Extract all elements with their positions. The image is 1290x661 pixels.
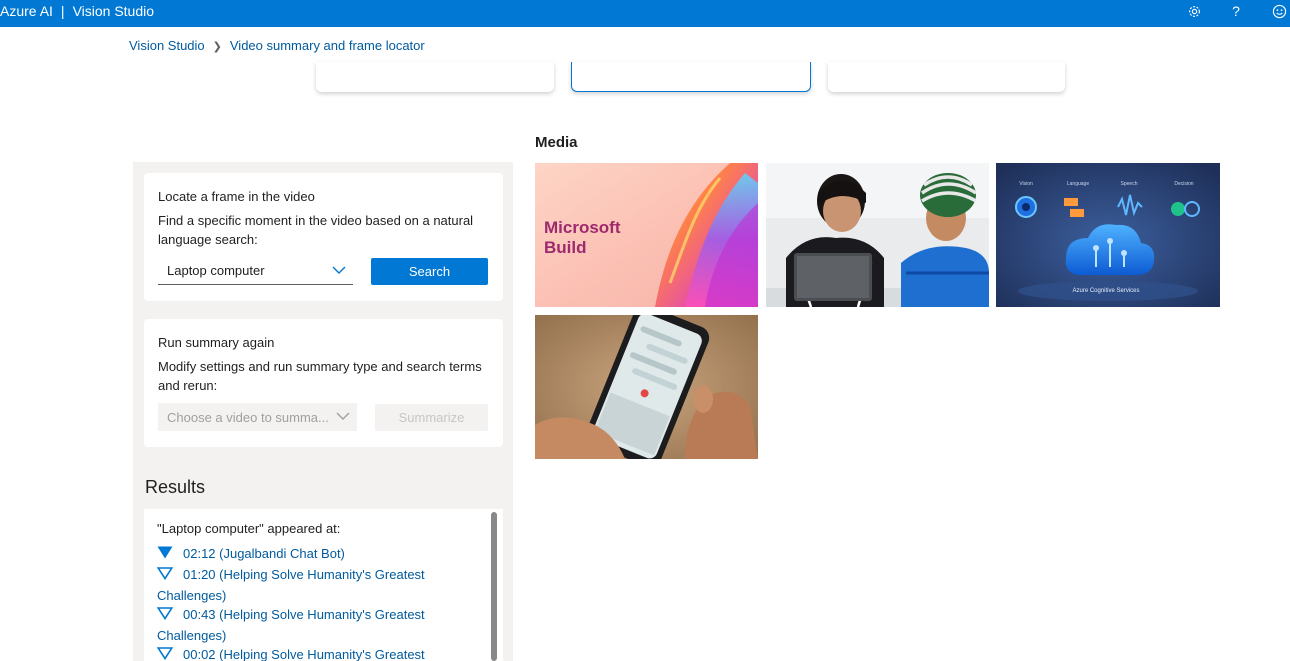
- microsoft-build-caption-1: Microsoft: [544, 218, 621, 237]
- azure-cognitive-services-caption: Azure Cognitive Services: [1072, 288, 1139, 294]
- breadcrumb-vision-studio-link[interactable]: Vision Studio: [129, 38, 205, 53]
- result-item[interactable]: 00:02 (Helping Solve Humanity's Greatest…: [157, 644, 447, 661]
- ac-label-vision: Vision: [1019, 181, 1033, 187]
- results-scrollbar[interactable]: [491, 512, 497, 661]
- result-item-link[interactable]: 02:12 (Jugalbandi Chat Bot): [183, 546, 345, 561]
- breadcrumb-current-link[interactable]: Video summary and frame locator: [230, 38, 425, 53]
- azure-cognitive-services-thumbnail[interactable]: Vision Language Speech Decision Azure Co…: [996, 163, 1220, 307]
- search-button[interactable]: Search: [371, 258, 488, 285]
- run-summary-description: Modify settings and run summary type and…: [158, 359, 482, 393]
- triangle-down-outline-icon: [157, 607, 173, 620]
- video-select-dropdown[interactable]: Choose a video to summa...: [158, 403, 357, 431]
- chevron-down-icon: [336, 412, 350, 420]
- triangle-down-outline-icon: [157, 647, 173, 660]
- ac-label-speech: Speech: [1121, 181, 1138, 187]
- students-laptop-photo: [766, 163, 989, 307]
- feedback-smiley-icon[interactable]: [1270, 2, 1288, 20]
- ac-label-decision: Decision: [1174, 181, 1193, 187]
- phone-chat-thumbnail[interactable]: [535, 315, 758, 459]
- results-intro: "Laptop computer" appeared at:: [157, 521, 341, 536]
- triangle-down-filled-icon: [157, 546, 173, 559]
- result-item-link[interactable]: 00:43 (Helping Solve Humanity's Greatest…: [157, 607, 425, 643]
- scenario-card-3[interactable]: [828, 62, 1065, 92]
- result-item[interactable]: 01:20 (Helping Solve Humanity's Greatest…: [157, 564, 447, 606]
- scenario-card-2-selected[interactable]: [571, 62, 811, 92]
- locate-frame-title: Locate a frame in the video: [158, 189, 315, 204]
- locate-frame-description: Find a specific moment in the video base…: [158, 213, 474, 247]
- brand-azure-ai: Azure AI: [0, 3, 53, 19]
- phone-chat-photo: [535, 315, 758, 459]
- frame-search-input[interactable]: Laptop computer: [158, 257, 353, 285]
- breadcrumb: Vision Studio ❯ Video summary and frame lo…: [129, 38, 425, 53]
- microsoft-build-caption-2: Build: [544, 238, 587, 257]
- video-select-placeholder: Choose a video to summa...: [167, 409, 329, 425]
- brand[interactable]: Azure AI | Vision Studio: [0, 3, 154, 19]
- run-summary-card: Run summary again Modify settings and ru…: [144, 319, 503, 447]
- help-question-icon[interactable]: ?: [1227, 2, 1245, 20]
- results-heading: Results: [145, 477, 206, 497]
- ac-label-language: Language: [1067, 181, 1089, 187]
- azure-cognitive-services-artwork: Vision Language Speech Decision Azure Co…: [996, 163, 1220, 307]
- run-summary-title: Run summary again: [158, 335, 275, 350]
- brand-product: Vision Studio: [72, 3, 155, 19]
- result-item[interactable]: 00:43 (Helping Solve Humanity's Greatest…: [157, 604, 447, 646]
- locate-frame-card: Locate a frame in the video Find a speci…: [144, 173, 503, 301]
- breadcrumb-chevron-icon: ❯: [212, 41, 222, 53]
- students-laptop-thumbnail[interactable]: [766, 163, 989, 307]
- result-item-link[interactable]: 01:20 (Helping Solve Humanity's Greatest…: [157, 567, 425, 603]
- chevron-down-icon: [332, 266, 346, 274]
- left-panel: Locate a frame in the video Find a speci…: [133, 162, 513, 661]
- media-heading: Media: [535, 134, 578, 151]
- result-item[interactable]: 02:12 (Jugalbandi Chat Bot): [157, 543, 447, 564]
- settings-gear-icon[interactable]: [1185, 2, 1203, 20]
- summarize-button[interactable]: Summarize: [375, 404, 488, 431]
- scenario-card-1[interactable]: [316, 62, 554, 92]
- top-bar: Azure AI | Vision Studio ?: [0, 0, 1290, 27]
- microsoft-build-artwork: Microsoft Build: [535, 163, 758, 307]
- frame-search-value: Laptop computer: [167, 263, 265, 278]
- brand-separator: |: [60, 3, 65, 19]
- result-item-link[interactable]: 00:02 (Helping Solve Humanity's Greatest…: [157, 647, 425, 661]
- triangle-down-outline-icon: [157, 567, 173, 580]
- microsoft-build-thumbnail[interactable]: Microsoft Build: [535, 163, 758, 307]
- results-list[interactable]: "Laptop computer" appeared at: 02:12 (Ju…: [144, 509, 503, 661]
